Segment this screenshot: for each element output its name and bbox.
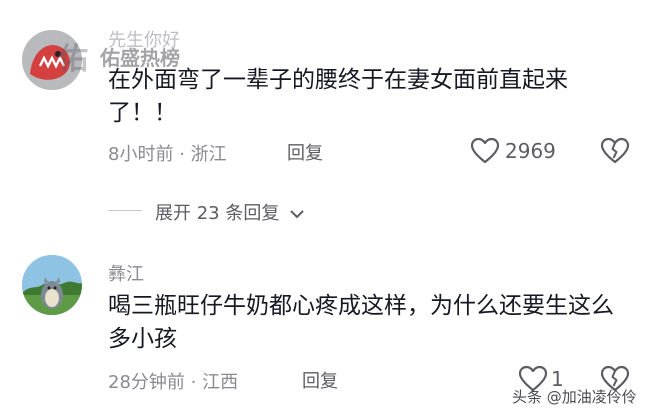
avatar[interactable] xyxy=(22,255,82,315)
meta-separator: · xyxy=(179,144,185,165)
comment-username[interactable]: 彝江 xyxy=(108,260,144,286)
comment-text: 喝三瓶旺仔牛奶都心疼成这样，为什么还要生这么多小孩 xyxy=(108,293,614,352)
expand-replies-button[interactable]: 展开 23 条回复 xyxy=(155,199,305,225)
comment-location: 浙江 xyxy=(190,144,227,165)
dislike-broken-heart-icon[interactable] xyxy=(600,137,630,164)
meta-separator: · xyxy=(190,372,197,393)
like-heart-icon[interactable] xyxy=(470,137,500,164)
reply-button[interactable]: 回复 xyxy=(287,139,323,165)
comment-time: 28分钟前 xyxy=(108,372,185,393)
expand-replies-label: 展开 23 条回复 xyxy=(155,203,280,224)
comment-location: 江西 xyxy=(202,372,239,393)
like-count: 2969 xyxy=(505,139,556,163)
reply-button[interactable]: 回复 xyxy=(302,367,338,393)
comment-text: 在外面弯了一辈子的腰终于在妻女面前直起来了！！ xyxy=(108,67,568,126)
chevron-down-icon xyxy=(289,208,305,220)
source-watermark: 头条 @加油凌伶伶 xyxy=(512,388,637,406)
comment-time: 8小时前 xyxy=(108,144,174,165)
expand-divider xyxy=(108,210,142,211)
watermark-logo: 佑 xyxy=(58,42,88,77)
comment-username[interactable]: 先生你好 xyxy=(108,26,180,52)
comment-meta: 28分钟前 · 江西 xyxy=(108,368,238,394)
comment-meta: 8小时前 · 浙江 xyxy=(108,140,227,166)
